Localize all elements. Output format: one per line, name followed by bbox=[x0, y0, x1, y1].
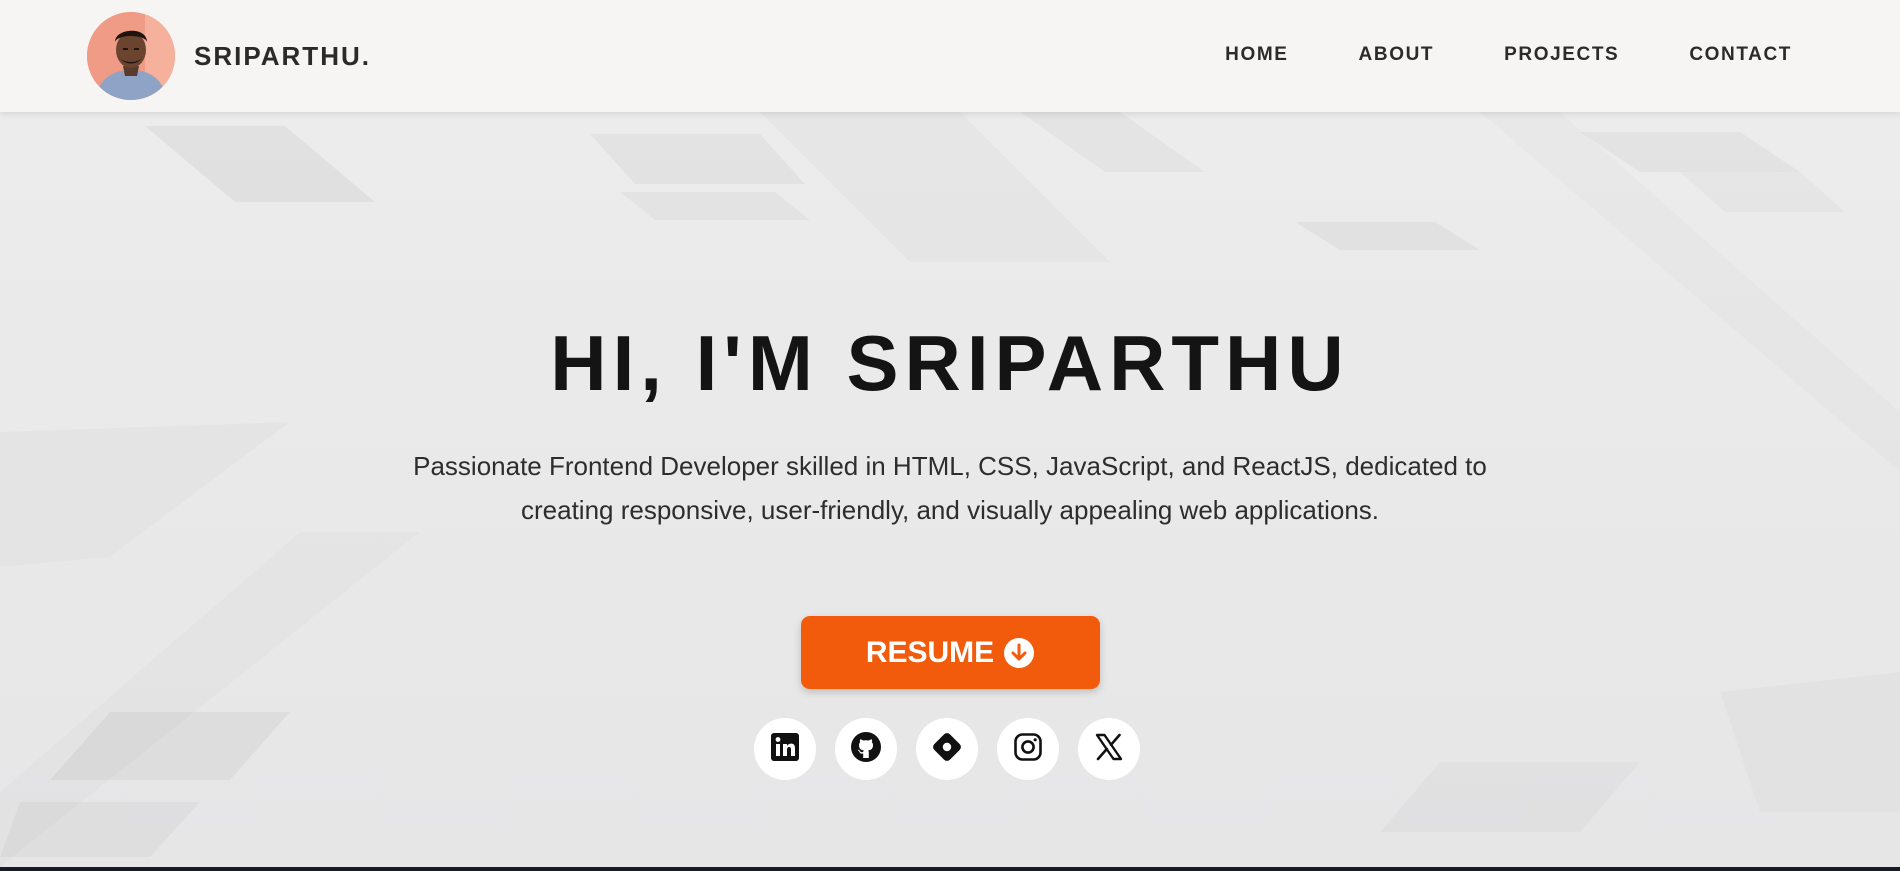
github-link[interactable] bbox=[835, 718, 897, 780]
nav-link-contact[interactable]: CONTACT bbox=[1689, 44, 1792, 66]
navbar: SRIPARTHU. HOME ABOUT PROJECTS CONTACT bbox=[0, 0, 1900, 112]
resume-label: RESUME bbox=[865, 635, 995, 669]
linkedin-icon bbox=[770, 732, 800, 767]
bottom-section-edge bbox=[0, 867, 1900, 871]
x-link[interactable] bbox=[1078, 718, 1140, 780]
diamond-link[interactable] bbox=[916, 718, 978, 780]
brand-name[interactable]: SRIPARTHU. bbox=[194, 41, 371, 71]
instagram-link[interactable] bbox=[997, 718, 1059, 780]
x-icon bbox=[1094, 732, 1124, 767]
linkedin-link[interactable] bbox=[754, 718, 816, 780]
avatar[interactable] bbox=[87, 12, 175, 100]
nav-links: HOME ABOUT PROJECTS CONTACT bbox=[1225, 44, 1792, 66]
download-circle-icon bbox=[1003, 637, 1035, 669]
social-links bbox=[754, 718, 1140, 780]
nav-link-projects[interactable]: PROJECTS bbox=[1504, 44, 1619, 66]
nav-link-about[interactable]: ABOUT bbox=[1359, 44, 1435, 66]
diamond-icon bbox=[931, 731, 963, 768]
hero-section: HI, I'M SRIPARTHU Passionate Frontend De… bbox=[0, 112, 1900, 867]
hero-description: Passionate Frontend Developer skilled in… bbox=[413, 451, 1487, 525]
nav-link-home[interactable]: HOME bbox=[1225, 44, 1288, 66]
avatar-portrait bbox=[87, 12, 175, 100]
instagram-icon bbox=[1013, 732, 1043, 767]
resume-download-button[interactable]: RESUME bbox=[801, 616, 1100, 689]
github-icon bbox=[850, 731, 882, 768]
hero-title: HI, I'M SRIPARTHU bbox=[550, 319, 1350, 407]
